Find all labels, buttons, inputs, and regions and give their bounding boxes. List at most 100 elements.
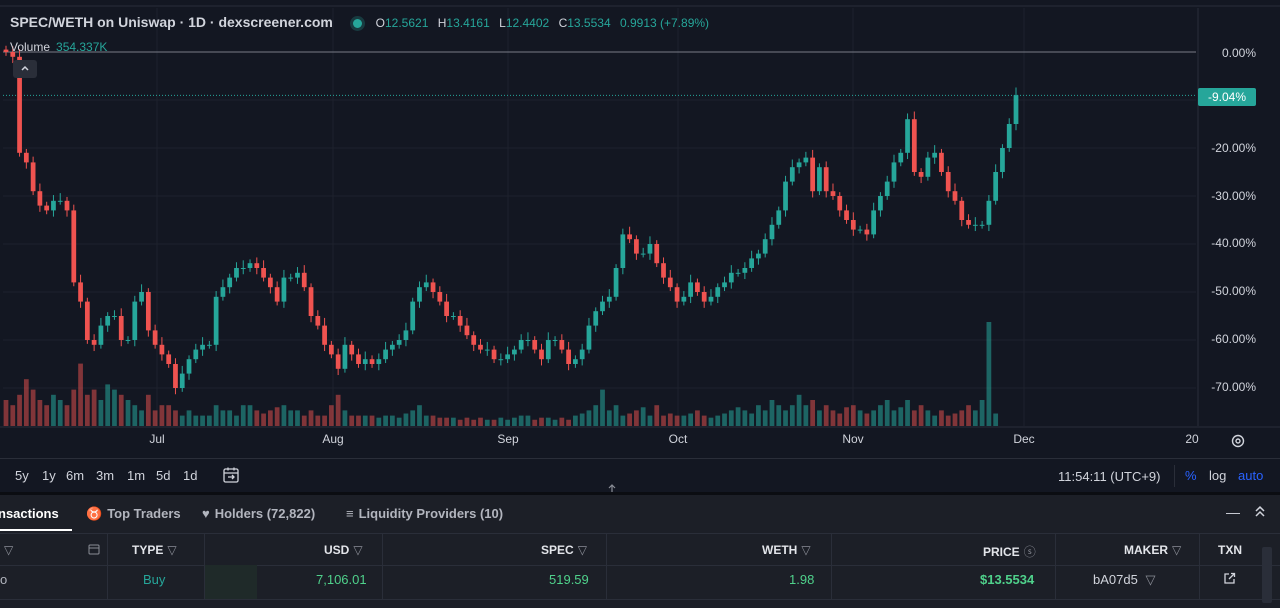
range-5y-button[interactable]: 5y <box>15 468 29 483</box>
candle-body <box>762 239 768 254</box>
price-chart[interactable] <box>0 0 1280 458</box>
candle-body <box>51 200 56 211</box>
maker-header[interactable]: MAKER ▽ <box>1124 543 1181 557</box>
candle-body <box>362 359 368 364</box>
filter-icon[interactable]: ▽ <box>0 543 13 557</box>
volume-bar <box>173 410 178 426</box>
type-cell: Buy <box>143 572 166 587</box>
filter-icon: ▽ <box>1172 543 1182 557</box>
range-1y-button[interactable]: 1y <box>42 468 56 483</box>
candle-body <box>701 292 707 302</box>
volume-bar <box>857 410 863 426</box>
volume-bar <box>884 400 890 426</box>
range-5d-button[interactable]: 5d <box>156 468 170 483</box>
range-3m-button[interactable]: 3m <box>96 468 114 483</box>
candle-body <box>261 268 266 278</box>
chevron-up-icon[interactable] <box>13 60 37 78</box>
volume-bar <box>925 410 931 426</box>
volume-bar <box>390 415 395 426</box>
volume-bar <box>342 410 348 426</box>
candle-body <box>84 301 90 340</box>
candle-body <box>464 325 470 336</box>
chevron-double-up-icon[interactable] <box>1254 504 1266 521</box>
volume-bar <box>654 405 660 426</box>
minimize-button[interactable]: — <box>1226 504 1240 520</box>
weth-header[interactable]: WETH ▽ <box>762 543 811 557</box>
y-tick: -20.00% <box>1211 141 1256 155</box>
change-value: 0.9913 (+7.89%) <box>619 16 710 30</box>
gear-icon[interactable] <box>1230 433 1246 449</box>
row-lead-cell: o <box>0 572 8 587</box>
candle-body <box>986 200 992 225</box>
candle-body <box>803 157 809 163</box>
candle-body <box>579 349 585 360</box>
candle-body <box>98 325 104 345</box>
calendar-icon[interactable] <box>88 543 100 558</box>
percent-toggle[interactable]: % <box>1185 468 1197 483</box>
volume-bar <box>423 415 429 426</box>
table-scrollbar[interactable] <box>1262 547 1272 603</box>
candle-body <box>254 263 260 268</box>
volume-bar <box>627 413 632 426</box>
candle-body <box>966 220 971 225</box>
candle-body <box>417 287 422 302</box>
chart-area[interactable]: SPEC/WETH on Uniswap · 1D · dexscreener.… <box>0 0 1280 492</box>
volume-bar <box>322 415 327 426</box>
usd-header[interactable]: USD ▽ <box>324 543 363 557</box>
volume-bar <box>762 410 768 426</box>
candle-body <box>37 191 43 206</box>
candle-body <box>403 330 409 340</box>
range-6m-button[interactable]: 6m <box>66 468 84 483</box>
external-link-icon[interactable] <box>1223 572 1236 588</box>
candle-body <box>30 162 36 192</box>
tab-top-traders[interactable]: ♉ Top Traders <box>86 506 181 522</box>
candle-body <box>410 301 416 331</box>
candle-body <box>328 344 334 355</box>
range-1m-button[interactable]: 1m <box>127 468 145 483</box>
volume-bar <box>356 415 361 426</box>
candle-body <box>735 272 741 274</box>
candle-body <box>193 349 199 360</box>
volume-bar <box>918 405 924 426</box>
clock-readout[interactable]: 11:54:11 (UTC+9) <box>1058 469 1160 484</box>
candle-body <box>959 200 965 220</box>
log-toggle[interactable]: log <box>1209 468 1226 483</box>
candle-body <box>335 354 341 369</box>
tab-holders[interactable]: ♥ Holders (72,822) <box>202 506 315 521</box>
range-1d-button[interactable]: 1d <box>183 468 197 483</box>
candle-body <box>898 152 904 163</box>
calendar-icon[interactable] <box>222 466 240 489</box>
y-tick: -50.00% <box>1211 284 1256 298</box>
price-header[interactable]: PRICE ⓢ <box>983 543 1036 560</box>
filter-icon[interactable]: ▽ <box>1142 572 1155 587</box>
candle-body <box>952 191 958 201</box>
candle-body <box>681 296 687 302</box>
candle-body <box>864 229 870 235</box>
candle-body <box>383 349 388 360</box>
volume-bar <box>864 413 870 426</box>
table-row[interactable]: o Buy 7,106.01 519.59 1.98 $13.5534 bA07… <box>0 565 1280 600</box>
volume-bar <box>200 415 205 426</box>
candle-body <box>776 210 782 225</box>
volume-bar <box>10 405 16 426</box>
tab-transactions[interactable]: nsactions <box>0 506 59 521</box>
y-tick: -40.00% <box>1211 236 1256 250</box>
type-header[interactable]: TYPE ▽ <box>132 543 177 557</box>
candle-body <box>1013 95 1019 124</box>
spec-header[interactable]: SPEC ▽ <box>541 543 587 557</box>
volume-bar <box>383 415 388 426</box>
candle-body <box>756 253 761 259</box>
auto-toggle[interactable]: auto <box>1238 468 1263 483</box>
candle-body <box>78 282 83 302</box>
volume-bar <box>735 407 741 426</box>
candle-body <box>430 282 436 292</box>
usd-cell: 7,106.01 <box>316 572 367 587</box>
volume-bar <box>600 389 605 426</box>
candle-body <box>200 344 205 350</box>
maker-cell[interactable]: bA07d5 ▽ <box>1093 572 1155 588</box>
chart-legend: SPEC/WETH on Uniswap · 1D · dexscreener.… <box>10 14 715 30</box>
low-value: 12.4402 <box>505 16 550 30</box>
volume-bar <box>972 410 978 426</box>
tab-liquidity-providers[interactable]: ≡ Liquidity Providers (10) <box>346 506 503 521</box>
volume-bar <box>905 400 910 426</box>
